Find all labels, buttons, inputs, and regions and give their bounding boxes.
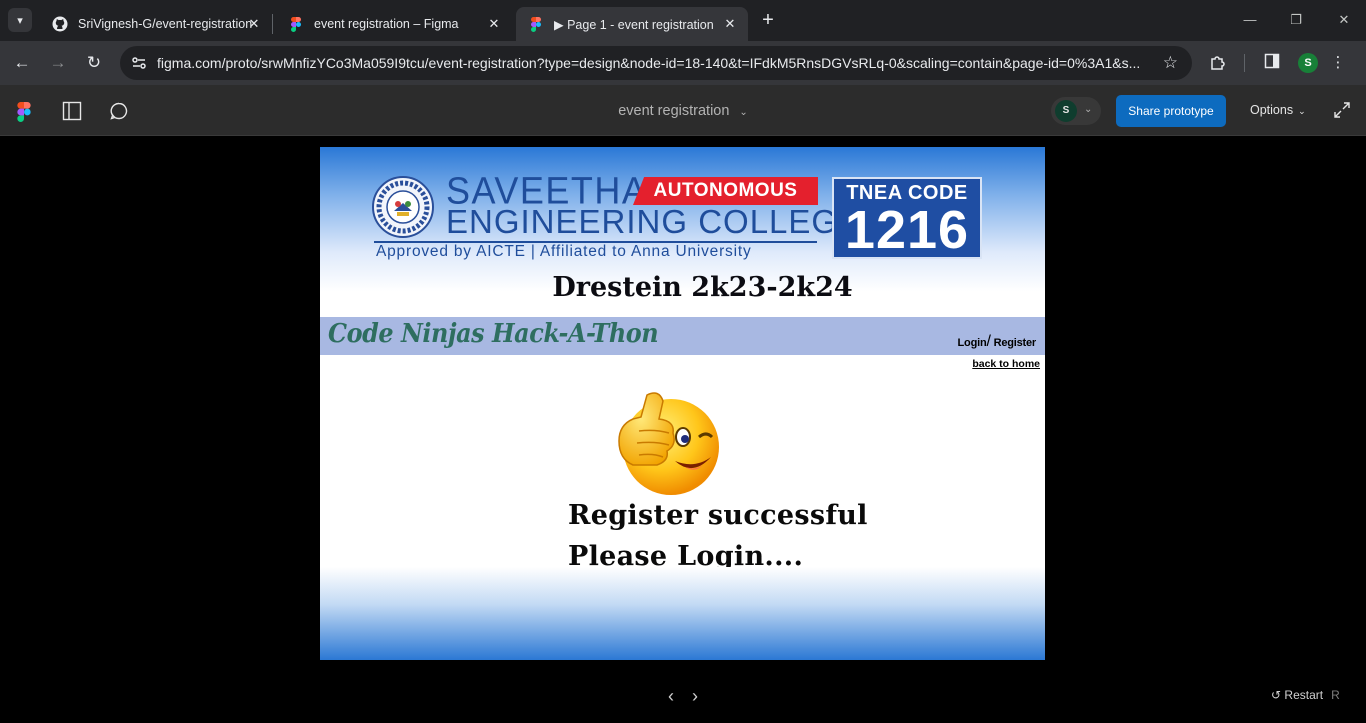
college-seal-logo (372, 176, 434, 238)
hackathon-title: Code Ninjas Hack-A-Thon (328, 319, 659, 349)
tab-figma-prototype[interactable]: ▶ Page 1 - event registration ✕ (516, 7, 748, 41)
footer-gradient (320, 567, 1045, 660)
tnea-code: 1216 (844, 200, 970, 260)
back-arrow-icon[interactable]: ← (10, 51, 34, 75)
close-tab-icon[interactable]: ✕ (486, 16, 502, 32)
restart-label: Restart (1284, 688, 1324, 702)
thumbs-up-wink-emoji-icon (618, 392, 719, 495)
figma-icon (288, 16, 304, 32)
profile-avatar[interactable]: S (1298, 53, 1318, 73)
github-icon (52, 16, 68, 32)
close-window-icon[interactable]: ✕ (1334, 10, 1354, 30)
tab-title: ▶ Page 1 - event registration (554, 17, 714, 32)
tab-title: event registration – Figma (314, 17, 459, 31)
success-message: Register successful Please Login.... (568, 495, 868, 577)
college-header: SAVEETHA AUTONOMOUS ENGINEERING COLLEGE … (320, 147, 1045, 317)
restart-icon: ↺ (1271, 688, 1282, 702)
minimize-icon[interactable]: — (1240, 10, 1260, 30)
prototype-canvas: SAVEETHA AUTONOMOUS ENGINEERING COLLEGE … (0, 137, 1366, 723)
bookmark-star-icon[interactable]: ☆ (1163, 53, 1178, 73)
tab-search-chevron-icon[interactable]: ▾ (8, 8, 32, 32)
site-settings-icon[interactable] (130, 54, 148, 72)
close-tab-icon[interactable]: ✕ (246, 16, 262, 32)
figma-prototype-toolbar: event registration ⌄ S ⌄ Share prototype … (0, 85, 1366, 136)
login-link[interactable]: Login (958, 337, 987, 349)
url-text[interactable]: figma.com/proto/srwMnfizYCo3Ma059I9tcu/e… (157, 55, 1157, 71)
prototype-frame: SAVEETHA AUTONOMOUS ENGINEERING COLLEGE … (320, 147, 1045, 660)
restart-shortcut: R (1331, 688, 1340, 702)
previous-frame-chevron-icon[interactable]: ‹ (663, 686, 679, 706)
event-title: Drestein 2k23-2k24 (552, 272, 853, 303)
event-name-band: Code Ninjas Hack-A-Thon Login/ Register (320, 317, 1045, 355)
address-bar[interactable]: figma.com/proto/srwMnfizYCo3Ma059I9tcu/e… (120, 46, 1192, 80)
browser-menu-icon[interactable]: ⋮ (1328, 53, 1348, 73)
tab-github[interactable]: SriVignesh-G/event-registration ✕ (40, 7, 272, 41)
autonomous-badge: AUTONOMOUS (633, 177, 818, 205)
college-name-line2: ENGINEERING COLLEGE (446, 203, 862, 240)
restart-button[interactable]: ↺ Restart R (1271, 688, 1340, 702)
forward-arrow-icon[interactable]: → (46, 51, 70, 75)
figma-icon (528, 16, 544, 32)
browser-toolbar: ← → ↻ figma.com/proto/srwMnfizYCo3Ma059I… (0, 41, 1366, 85)
tnea-code-box: TNEA CODE 1216 (832, 177, 982, 259)
extensions-puzzle-icon[interactable] (1208, 53, 1228, 73)
browser-tab-strip: ▾ SriVignesh-G/event-registration ✕ even… (0, 0, 1366, 41)
fullscreen-expand-icon[interactable] (1333, 101, 1351, 119)
share-prototype-button[interactable]: Share prototype (1116, 95, 1226, 127)
avatar-initial: S (1055, 100, 1077, 122)
success-message-line1: Register successful (568, 500, 868, 531)
login-register-links: Login/ Register (957, 333, 1037, 350)
new-tab-plus-icon[interactable]: + (758, 10, 778, 30)
options-label: Options (1250, 103, 1294, 117)
reload-icon[interactable]: ↻ (82, 51, 106, 75)
file-title-text: event registration (618, 103, 730, 119)
tab-title: SriVignesh-G/event-registration (78, 17, 253, 31)
close-tab-icon[interactable]: ✕ (722, 16, 738, 32)
chevron-down-icon: ⌄ (739, 107, 748, 118)
approval-line: Approved by AICTE | Affiliated to Anna U… (376, 243, 752, 260)
back-to-home-link[interactable]: back to home (972, 358, 1040, 370)
options-menu[interactable]: Options ⌄ (1250, 103, 1306, 117)
viewer-avatar[interactable]: S ⌄ (1051, 97, 1101, 125)
chevron-down-icon: ⌄ (1084, 104, 1093, 115)
register-link[interactable]: Register (994, 337, 1037, 349)
next-frame-chevron-icon[interactable]: › (687, 686, 703, 706)
restore-window-icon[interactable]: ❐ (1286, 10, 1306, 30)
chevron-down-icon: ⌄ (1298, 106, 1306, 116)
tab-figma-file[interactable]: event registration – Figma ✕ (276, 7, 512, 41)
side-panel-icon[interactable] (1262, 53, 1282, 73)
